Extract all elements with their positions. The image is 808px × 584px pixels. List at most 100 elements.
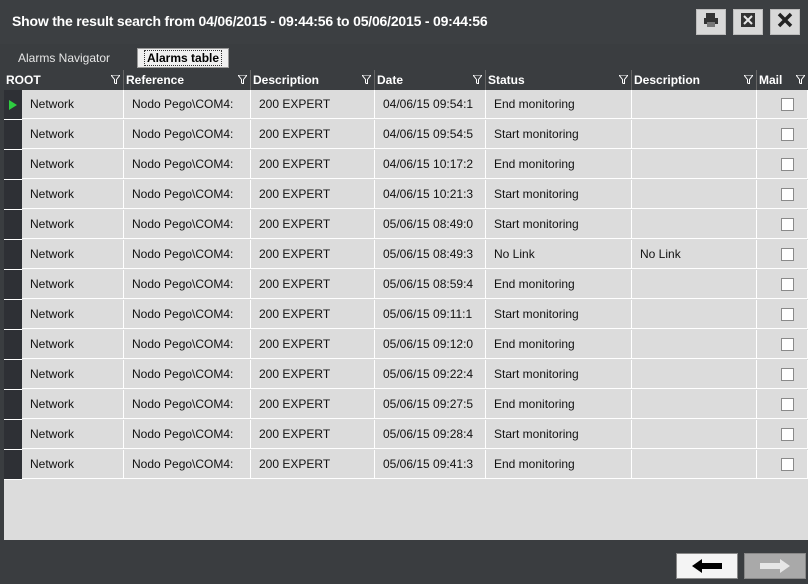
table-row[interactable]: Network Nodo Pego\COM4: 200 EXPERT 05/06/15… — [4, 300, 808, 330]
next-page-button[interactable] — [744, 553, 806, 579]
cell-root: Network — [22, 270, 124, 299]
column-header-label: ROOT — [6, 73, 41, 87]
cell-description2 — [632, 360, 757, 389]
row-selector[interactable] — [4, 120, 22, 150]
table-row[interactable]: Network Nodo Pego\COM4: 200 EXPERT 05/06/15… — [4, 210, 808, 240]
mail-checkbox[interactable] — [781, 398, 794, 411]
row-selector[interactable] — [4, 90, 22, 120]
mail-checkbox[interactable] — [781, 188, 794, 201]
print-button[interactable] — [696, 9, 726, 35]
cell-description2 — [632, 120, 757, 149]
table-row[interactable]: Network Nodo Pego\COM4: 200 EXPERT 04/06/15… — [4, 150, 808, 180]
cell-status: Start monitoring — [486, 180, 632, 209]
cell-description2 — [632, 180, 757, 209]
previous-page-button[interactable] — [676, 553, 738, 579]
mail-checkbox[interactable] — [781, 428, 794, 441]
mail-checkbox[interactable] — [781, 368, 794, 381]
table-row[interactable]: Network Nodo Pego\COM4: 200 EXPERT 05/06/15… — [4, 330, 808, 360]
tab-alarms-table[interactable]: Alarms table — [137, 48, 230, 68]
cell-date: 04/06/15 10:17:2 — [375, 150, 486, 179]
cell-mail — [757, 420, 808, 449]
table-row[interactable]: Network Nodo Pego\COM4: 200 EXPERT 05/06/15… — [4, 420, 808, 450]
table-row[interactable]: Network Nodo Pego\COM4: 200 EXPERT 04/06/15… — [4, 120, 808, 150]
row-selector[interactable] — [4, 390, 22, 420]
table-row[interactable]: Network Nodo Pego\COM4: 200 EXPERT 05/06/15… — [4, 270, 808, 300]
filter-icon[interactable] — [111, 75, 120, 84]
row-selector[interactable] — [4, 150, 22, 180]
row-selector[interactable] — [4, 180, 22, 210]
table-row[interactable]: Network Nodo Pego\COM4: 200 EXPERT 05/06/15… — [4, 240, 808, 270]
cell-description2 — [632, 150, 757, 179]
cell-mail — [757, 330, 808, 359]
cell-reference: Nodo Pego\COM4: — [124, 180, 251, 209]
close-icon — [776, 11, 794, 34]
filter-icon[interactable] — [796, 75, 805, 84]
cell-description: 200 EXPERT — [251, 420, 375, 449]
row-selector[interactable] — [4, 360, 22, 390]
mail-checkbox[interactable] — [781, 98, 794, 111]
cell-mail — [757, 210, 808, 239]
tab-bar: Alarms Navigator Alarms table — [0, 46, 808, 70]
close-button[interactable] — [770, 9, 800, 35]
column-header-label: Mail — [759, 73, 783, 87]
cell-root: Network — [22, 210, 124, 239]
mail-checkbox[interactable] — [781, 278, 794, 291]
row-selector[interactable] — [4, 270, 22, 300]
cell-date: 05/06/15 08:59:4 — [375, 270, 486, 299]
cell-mail — [757, 120, 808, 149]
window-title: Show the result search from 04/06/2015 -… — [12, 13, 488, 29]
cell-date: 05/06/15 09:12:0 — [375, 330, 486, 359]
cell-reference: Nodo Pego\COM4: — [124, 330, 251, 359]
column-header-date[interactable]: Date — [375, 70, 486, 90]
cell-reference: Nodo Pego\COM4: — [124, 420, 251, 449]
mail-checkbox[interactable] — [781, 248, 794, 261]
cell-root: Network — [22, 330, 124, 359]
column-header-status[interactable]: Status — [486, 70, 632, 90]
row-selector[interactable] — [4, 240, 22, 270]
table-row[interactable]: Network Nodo Pego\COM4: 200 EXPERT 05/06/15… — [4, 450, 808, 480]
cell-root: Network — [22, 120, 124, 149]
row-selector[interactable] — [4, 420, 22, 450]
cell-status: Start monitoring — [486, 300, 632, 329]
column-header-root[interactable]: ROOT — [4, 70, 124, 90]
cell-root: Network — [22, 150, 124, 179]
filter-icon[interactable] — [619, 75, 628, 84]
row-selector[interactable] — [4, 330, 22, 360]
table-row[interactable]: Network Nodo Pego\COM4: 200 EXPERT 04/06/15… — [4, 180, 808, 210]
column-header-mail[interactable]: Mail — [757, 70, 808, 90]
mail-checkbox[interactable] — [781, 458, 794, 471]
filter-icon[interactable] — [238, 75, 247, 84]
table-row[interactable]: Network Nodo Pego\COM4: 200 EXPERT 04/06/15… — [4, 90, 808, 120]
cell-date: 05/06/15 09:41:3 — [375, 450, 486, 479]
mail-checkbox[interactable] — [781, 158, 794, 171]
cell-date: 05/06/15 08:49:3 — [375, 240, 486, 269]
cell-description: 200 EXPERT — [251, 180, 375, 209]
column-header-description[interactable]: Description — [251, 70, 375, 90]
mail-checkbox[interactable] — [781, 308, 794, 321]
cell-status: End monitoring — [486, 270, 632, 299]
row-selector[interactable] — [4, 300, 22, 330]
cell-date: 04/06/15 09:54:5 — [375, 120, 486, 149]
tab-alarms-navigator[interactable]: Alarms Navigator — [10, 48, 118, 68]
cell-reference: Nodo Pego\COM4: — [124, 300, 251, 329]
cell-reference: Nodo Pego\COM4: — [124, 150, 251, 179]
cell-description: 200 EXPERT — [251, 390, 375, 419]
table-row[interactable]: Network Nodo Pego\COM4: 200 EXPERT 05/06/15… — [4, 360, 808, 390]
column-header-reference[interactable]: Reference — [124, 70, 251, 90]
table-row[interactable]: Network Nodo Pego\COM4: 200 EXPERT 05/06/15… — [4, 390, 808, 420]
title-bar: Show the result search from 04/06/2015 -… — [0, 0, 808, 44]
mail-checkbox[interactable] — [781, 128, 794, 141]
export-button[interactable] — [733, 9, 763, 35]
row-selector[interactable] — [4, 210, 22, 240]
cell-description: 200 EXPERT — [251, 300, 375, 329]
row-selector[interactable] — [4, 450, 22, 480]
cell-description2 — [632, 420, 757, 449]
mail-checkbox[interactable] — [781, 338, 794, 351]
mail-checkbox[interactable] — [781, 218, 794, 231]
filter-icon[interactable] — [362, 75, 371, 84]
filter-icon[interactable] — [744, 75, 753, 84]
column-header-description-2[interactable]: Description — [632, 70, 757, 90]
cell-root: Network — [22, 420, 124, 449]
cell-mail — [757, 150, 808, 179]
filter-icon[interactable] — [473, 75, 482, 84]
